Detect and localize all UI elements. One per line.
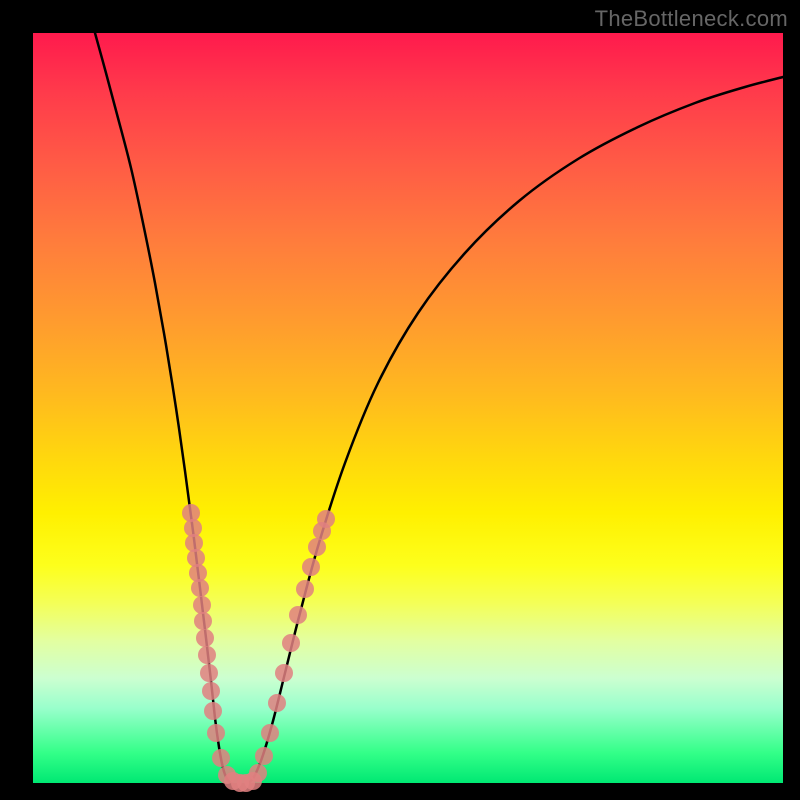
dot-right-dots [282, 634, 300, 652]
dot-right-dots [249, 764, 267, 782]
dot-left-dots [202, 682, 220, 700]
dot-left-dots [200, 664, 218, 682]
dot-right-dots [268, 694, 286, 712]
dot-right-dots [255, 747, 273, 765]
dot-left-dots [193, 596, 211, 614]
dot-left-dots [196, 629, 214, 647]
dot-left-dots [198, 646, 216, 664]
dot-right-dots [261, 724, 279, 742]
dot-right-dots [275, 664, 293, 682]
chart-frame: TheBottleneck.com [0, 0, 800, 800]
dot-left-dots [194, 612, 212, 630]
dot-right-dots [317, 510, 335, 528]
dot-right-dots [289, 606, 307, 624]
dot-right-dots [302, 558, 320, 576]
dot-left-dots [204, 702, 222, 720]
dot-right-dots [308, 538, 326, 556]
curve-right-curve [249, 77, 783, 783]
chart-svg [33, 33, 783, 783]
dot-left-dots [207, 724, 225, 742]
dot-left-dots [212, 749, 230, 767]
watermark-label: TheBottleneck.com [595, 6, 788, 32]
dot-left-dots [191, 579, 209, 597]
dot-right-dots [296, 580, 314, 598]
